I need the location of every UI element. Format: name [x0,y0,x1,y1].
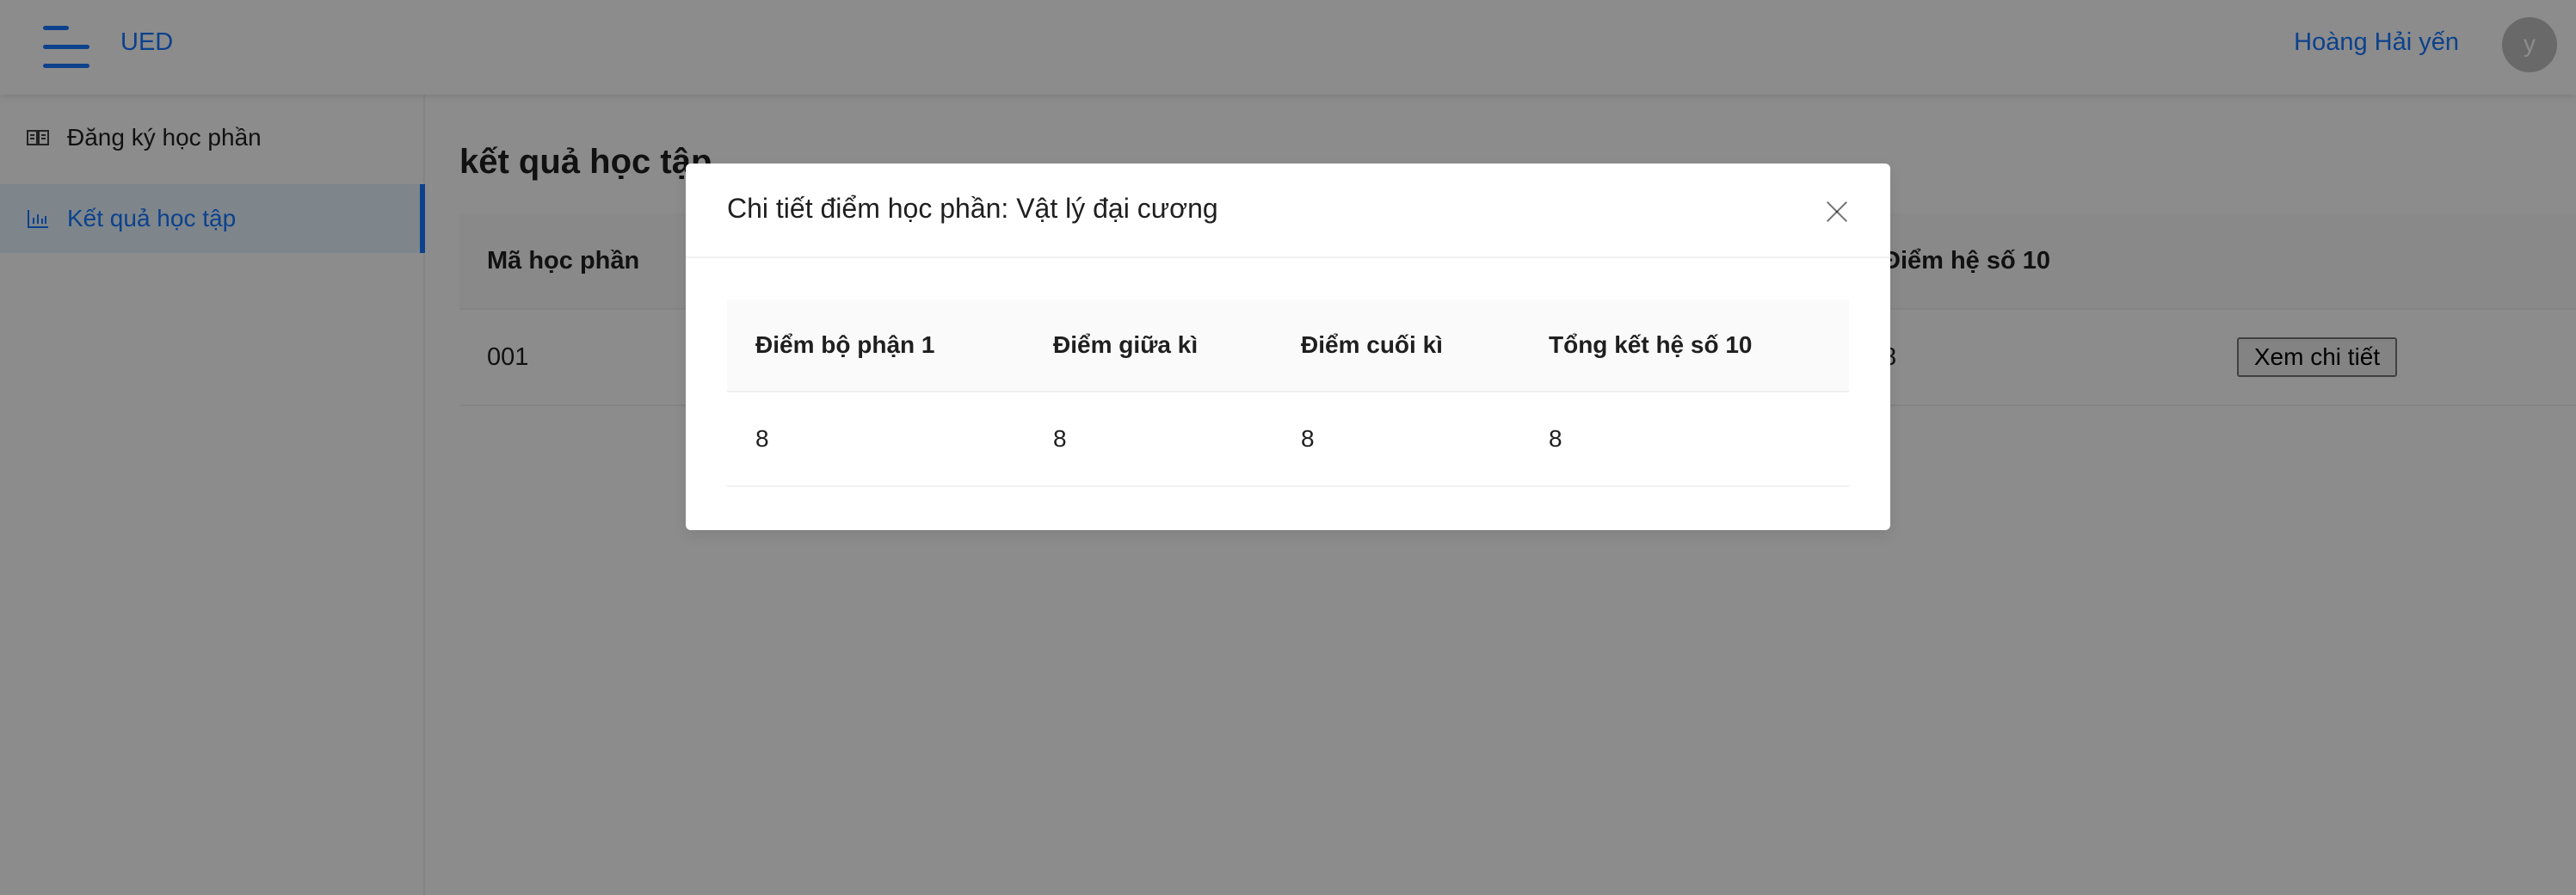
cell-diem-cuoi-ki: 8 [1301,425,1315,452]
modal-divider [686,256,1890,258]
column-header-diem-cuoi-ki: Điểm cuối kì [1301,331,1443,358]
column-header-diem-bo-phan-1: Điểm bộ phận 1 [755,331,935,358]
column-header-tong-ket-he-so-10: Tổng kết hệ số 10 [1549,331,1753,358]
cell-diem-bo-phan-1: 8 [755,425,769,452]
cell-tong-ket-he-so-10: 8 [1549,425,1562,452]
table-row: 8 8 8 8 [727,392,1849,487]
modal-title: Chi tiết điểm học phần: Vật lý đại cương [727,193,1218,224]
cell-diem-giua-ki: 8 [1053,425,1067,452]
column-header-diem-giua-ki: Điểm giữa kì [1053,331,1199,358]
close-icon[interactable] [1818,193,1856,231]
table-header: Điểm bộ phận 1 Điểm giữa kì Điểm cuối kì… [727,299,1849,392]
grade-detail-table: Điểm bộ phận 1 Điểm giữa kì Điểm cuối kì… [727,299,1849,487]
grade-detail-modal: Chi tiết điểm học phần: Vật lý đại cương… [686,164,1890,530]
